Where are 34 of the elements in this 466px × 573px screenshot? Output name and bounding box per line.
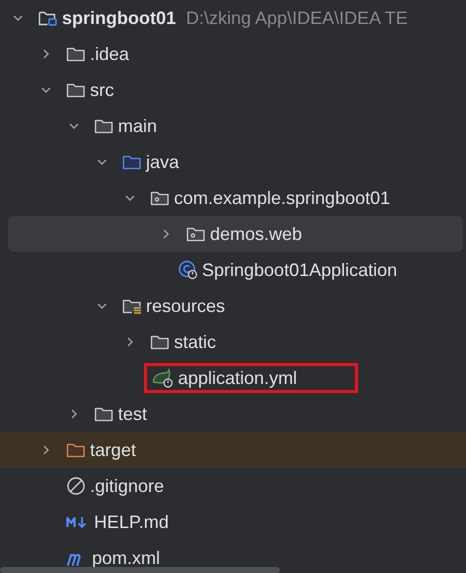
item-label[interactable]: com.example.springboot01: [174, 188, 390, 208]
scrollbar-thumb[interactable]: [0, 567, 280, 573]
resources-folder-icon: [122, 297, 142, 315]
folder-icon: [122, 153, 142, 171]
project-path: D:\zking App\IDEA\IDEA TE: [186, 8, 408, 28]
item-label[interactable]: java: [146, 152, 180, 172]
item-label[interactable]: test: [118, 404, 148, 424]
folder-icon: [66, 441, 86, 459]
selected-row[interactable]: demos.web: [8, 216, 463, 252]
folder-icon: [66, 81, 86, 99]
item-label[interactable]: main: [118, 116, 158, 136]
item-label[interactable]: target: [90, 440, 136, 460]
item-label[interactable]: application.yml: [178, 368, 298, 388]
item-label[interactable]: pom.xml: [92, 548, 160, 568]
folder-icon: [150, 333, 170, 351]
item-label[interactable]: Springboot01Application: [202, 260, 398, 280]
package-folder-icon: [150, 189, 170, 207]
folder-icon: [94, 405, 114, 423]
leaf-icon: [152, 368, 174, 388]
item-label[interactable]: HELP.md: [94, 512, 169, 532]
item-label[interactable]: demos.web: [210, 224, 302, 244]
folder-icon: [66, 45, 86, 63]
excluded-row[interactable]: target: [0, 432, 466, 468]
folder-icon: [94, 117, 114, 135]
class-icon: [178, 260, 198, 280]
package-folder-icon: [186, 225, 206, 243]
item-label[interactable]: .idea: [90, 44, 130, 64]
item-label[interactable]: springboot01: [62, 8, 176, 28]
item-label[interactable]: resources: [146, 296, 226, 316]
item-label[interactable]: src: [90, 80, 114, 100]
item-label[interactable]: .gitignore: [90, 476, 164, 496]
project-folder-icon: [38, 9, 58, 27]
ignore-icon: [66, 476, 86, 496]
item-label[interactable]: static: [174, 332, 216, 352]
